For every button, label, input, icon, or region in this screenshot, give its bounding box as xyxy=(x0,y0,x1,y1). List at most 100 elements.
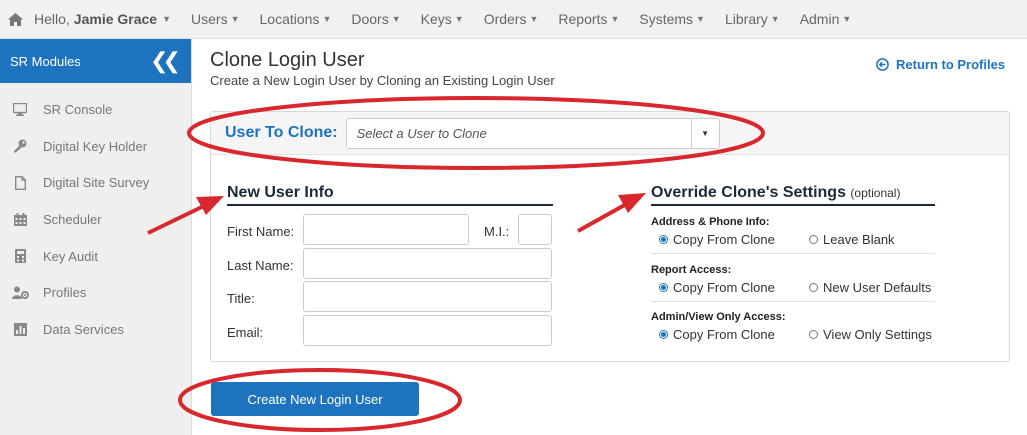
optional-text: (optional) xyxy=(850,186,901,200)
return-link-label: Return to Profiles xyxy=(896,57,1006,72)
title-label: Title: xyxy=(227,291,255,306)
nav-reports[interactable]: Reports ▼ xyxy=(558,0,619,39)
chevron-down-icon: ▼ xyxy=(610,14,620,24)
nav-doors[interactable]: Doors ▼ xyxy=(351,0,400,39)
email-input[interactable] xyxy=(303,315,552,346)
last-name-input[interactable] xyxy=(303,248,552,279)
nav-library[interactable]: Library ▼ xyxy=(725,0,780,39)
chevron-down-icon: ▼ xyxy=(391,14,401,24)
sidebar-item-label: Profiles xyxy=(43,285,87,301)
sidebar-title: SR Modules xyxy=(10,53,81,69)
group-title: Admin/View Only Access: xyxy=(651,311,786,323)
radio-label: Leave Blank xyxy=(823,232,895,247)
radio-selected-icon xyxy=(659,235,668,244)
page-subtitle: Create a New Login User by Cloning an Ex… xyxy=(210,73,555,88)
radio-label: Copy From Clone xyxy=(673,280,775,295)
nav-orders[interactable]: Orders ▼ xyxy=(484,0,539,39)
email-label: Email: xyxy=(227,325,264,340)
address-phone-group: Address & Phone Info: Copy From Clone Le… xyxy=(651,216,935,254)
sidebar-header: SR Modules ❮❮ xyxy=(0,39,191,83)
sidebar-item-data-services[interactable]: Data Services xyxy=(0,311,191,348)
bar-chart-icon xyxy=(10,321,30,337)
clone-form-panel: User To Clone: Select a User to Clone ▼ … xyxy=(210,111,1010,362)
clone-select-row: User To Clone: Select a User to Clone ▼ xyxy=(211,112,1009,155)
user-gear-icon xyxy=(10,285,30,301)
user-menu[interactable]: Hello, Jamie Grace ▼ xyxy=(34,11,171,27)
user-to-clone-select[interactable]: Select a User to Clone ▼ xyxy=(345,117,720,149)
calendar-icon xyxy=(10,211,30,227)
title-input[interactable] xyxy=(303,281,552,312)
radio-empty-icon xyxy=(809,283,818,292)
sidebar-item-profiles[interactable]: Profiles xyxy=(0,274,191,311)
first-name-label: First Name: xyxy=(227,224,295,239)
monitor-icon xyxy=(10,101,30,117)
report-copy-radio[interactable]: Copy From Clone xyxy=(659,280,809,295)
nav-systems[interactable]: Systems ▼ xyxy=(639,0,705,39)
sidebar-item-label: Key Audit xyxy=(43,248,98,264)
sidebar: SR Modules ❮❮ SR Console Digital Key Hol… xyxy=(0,39,192,435)
heading-text: Override Clone's Settings xyxy=(651,184,846,201)
top-nav: Hello, Jamie Grace ▼ Users ▼ Locations ▼ D… xyxy=(0,0,1027,39)
nav-keys[interactable]: Keys ▼ xyxy=(421,0,464,39)
heading-text: New User Info xyxy=(227,184,334,201)
address-blank-radio[interactable]: Leave Blank xyxy=(809,232,895,247)
sidebar-item-digital-site-survey[interactable]: Digital Site Survey xyxy=(0,164,191,201)
home-icon[interactable] xyxy=(0,0,30,39)
sidebar-item-label: Digital Site Survey xyxy=(43,175,150,191)
user-to-clone-label: User To Clone: xyxy=(225,124,338,141)
chevron-down-icon: ▼ xyxy=(529,14,539,24)
mi-label: M.I.: xyxy=(484,224,510,239)
admin-access-group: Admin/View Only Access: Copy From Clone … xyxy=(651,311,935,348)
radio-label: Copy From Clone xyxy=(673,232,775,247)
calculator-icon xyxy=(10,248,30,264)
radio-label: New User Defaults xyxy=(823,280,932,295)
circle-arrow-left-icon xyxy=(876,58,889,71)
nav-label: Keys xyxy=(420,11,452,27)
sidebar-item-label: Digital Key Holder xyxy=(43,138,148,154)
chevron-down-icon: ▼ xyxy=(322,14,332,24)
chevron-down-icon: ▼ xyxy=(162,14,172,24)
sidebar-item-label: SR Console xyxy=(43,101,113,117)
radio-label: Copy From Clone xyxy=(673,327,775,342)
report-defaults-radio[interactable]: New User Defaults xyxy=(809,280,931,295)
sidebar-item-label: Data Services xyxy=(43,321,124,337)
nav-admin[interactable]: Admin ▼ xyxy=(800,0,852,39)
nav-label: Users xyxy=(191,11,228,27)
key-icon xyxy=(10,138,30,154)
mi-input[interactable] xyxy=(518,214,552,245)
user-name: Jamie Grace xyxy=(73,11,158,27)
chevron-down-icon: ▼ xyxy=(770,14,780,24)
sidebar-item-sr-console[interactable]: SR Console xyxy=(0,91,191,128)
override-settings-heading: Override Clone's Settings (optional) xyxy=(651,184,935,206)
radio-label: View Only Settings xyxy=(823,327,932,342)
collapse-icon[interactable]: ❮❮ xyxy=(150,48,181,74)
return-to-profiles-link[interactable]: Return to Profiles xyxy=(876,57,1005,72)
greeting-text: Hello, xyxy=(34,11,70,27)
nav-label: Library xyxy=(724,11,768,27)
create-login-user-button[interactable]: Create New Login User xyxy=(211,382,419,416)
radio-selected-icon xyxy=(659,330,668,339)
admin-viewonly-radio[interactable]: View Only Settings xyxy=(809,327,932,342)
sidebar-item-key-audit[interactable]: Key Audit xyxy=(0,238,191,275)
sidebar-item-scheduler[interactable]: Scheduler xyxy=(0,201,191,238)
chevron-down-icon: ▼ xyxy=(842,14,852,24)
group-title: Address & Phone Info: xyxy=(651,216,770,228)
radio-empty-icon xyxy=(809,330,818,339)
nav-users[interactable]: Users ▼ xyxy=(191,0,239,39)
sidebar-item-digital-key-holder[interactable]: Digital Key Holder xyxy=(0,128,191,165)
address-copy-radio[interactable]: Copy From Clone xyxy=(659,232,809,247)
chevron-down-icon: ▼ xyxy=(454,14,464,24)
first-name-input[interactable] xyxy=(303,214,469,245)
nav-locations[interactable]: Locations ▼ xyxy=(260,0,332,39)
page: Hello, Jamie Grace ▼ Users ▼ Locations ▼ D… xyxy=(0,0,1027,435)
nav-label: Admin xyxy=(799,11,840,27)
chevron-down-icon: ▼ xyxy=(696,14,705,24)
admin-copy-radio[interactable]: Copy From Clone xyxy=(659,327,809,342)
select-placeholder: Select a User to Clone xyxy=(356,125,487,141)
page-title: Clone Login User xyxy=(210,49,365,71)
last-name-label: Last Name: xyxy=(227,258,294,273)
nav-label: Systems xyxy=(639,11,694,27)
nav-label: Locations xyxy=(259,11,320,27)
radio-empty-icon xyxy=(809,235,818,244)
sidebar-item-label: Scheduler xyxy=(43,211,102,227)
